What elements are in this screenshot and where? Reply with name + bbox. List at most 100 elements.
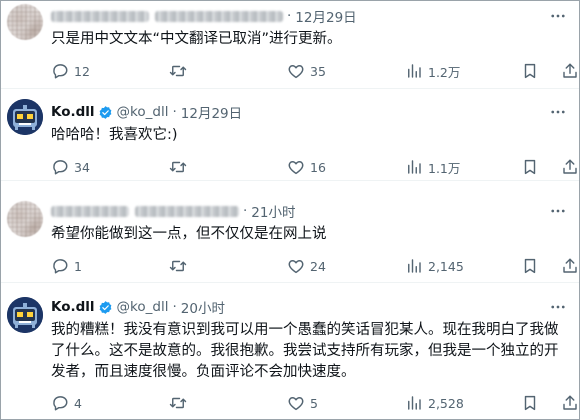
- blurred-handle[interactable]: [155, 10, 283, 22]
- robot-avatar-icon: [7, 99, 43, 135]
- separator-dot: ·: [172, 104, 177, 120]
- timestamp[interactable]: 12月29日: [295, 6, 356, 26]
- tweet-header: · 12月29日: [51, 6, 357, 26]
- user-handle[interactable]: @ko_dll: [117, 104, 169, 120]
- action-bar: 12 35 1.2万: [44, 60, 577, 82]
- share-button[interactable]: [554, 255, 580, 277]
- tweet-text: 我的糟糕！我没有意识到我可以用一个愚蠢的笑话冒犯某人。现在我明白了我做了什么。这…: [51, 322, 559, 380]
- tweet-1[interactable]: · 12月29日 只是用中文文本“中文翻译已取消”进行更新。 12 35 1.2…: [0, 0, 580, 89]
- views-icon: [408, 396, 421, 410]
- action-bar: 4 5 2,528: [44, 392, 577, 414]
- like-count: 16: [310, 159, 326, 175]
- timestamp[interactable]: 20小时: [181, 297, 225, 317]
- blurred-display-name[interactable]: [51, 205, 129, 217]
- bookmark-button[interactable]: [514, 156, 544, 178]
- more-icon[interactable]: [548, 201, 568, 221]
- tweet-text: 希望你能做到这一点，但不仅仅是在网上说: [51, 226, 327, 242]
- share-icon: [563, 395, 577, 410]
- avatar[interactable]: [7, 99, 43, 135]
- reply-button[interactable]: 1: [44, 255, 82, 277]
- display-name[interactable]: Ko.dll: [51, 299, 95, 315]
- bookmark-icon: [524, 63, 536, 79]
- tweet-2[interactable]: Ko.dll @ko_dll · 12月29日 哈哈哈！我喜欢它:) 34 16…: [0, 89, 580, 181]
- more-icon[interactable]: [548, 102, 568, 122]
- heart-icon: [288, 161, 304, 175]
- reply-count: 1: [74, 258, 82, 274]
- share-icon: [563, 63, 577, 78]
- bookmark-icon: [524, 258, 536, 274]
- avatar[interactable]: [7, 297, 43, 333]
- reply-icon: [53, 259, 68, 274]
- blurred-handle[interactable]: [135, 205, 239, 217]
- tweet-4[interactable]: Ko.dll @ko_dll · 20小时 我的糟糕！我没有意识到我可以用一个愚…: [0, 283, 580, 420]
- views-icon: [408, 259, 421, 273]
- blurred-display-name[interactable]: [51, 10, 149, 22]
- bookmark-button[interactable]: [514, 60, 544, 82]
- action-bar: 1 24 2,145: [44, 255, 577, 277]
- retweet-button[interactable]: [162, 255, 192, 277]
- verified-badge-icon: [99, 105, 111, 119]
- like-count: 24: [310, 258, 326, 274]
- views-icon: [408, 160, 421, 174]
- avatar[interactable]: [7, 201, 43, 237]
- like-button[interactable]: 5: [280, 392, 318, 414]
- separator-dot: ·: [243, 203, 248, 219]
- views-button[interactable]: 2,145: [398, 255, 464, 277]
- tweet-header: Ko.dll @ko_dll · 12月29日: [51, 102, 242, 122]
- tweet-3[interactable]: · 21小时 希望你能做到这一点，但不仅仅是在网上说 1 24 2,145: [0, 181, 580, 283]
- like-button[interactable]: 24: [280, 255, 326, 277]
- tweet-text: 只是用中文文本“中文翻译已取消”进行更新。: [51, 31, 342, 47]
- like-count: 35: [310, 63, 326, 79]
- retweet-button[interactable]: [162, 156, 192, 178]
- share-button[interactable]: [554, 392, 580, 414]
- retweet-icon: [169, 397, 187, 409]
- display-name[interactable]: Ko.dll: [51, 104, 95, 120]
- retweet-button[interactable]: [162, 392, 192, 414]
- retweet-icon: [169, 65, 187, 77]
- more-icon[interactable]: [548, 6, 568, 26]
- heart-icon: [288, 65, 304, 79]
- views-button[interactable]: 1.1万: [398, 156, 460, 178]
- like-button[interactable]: 16: [280, 156, 326, 178]
- robot-avatar-icon: [7, 297, 43, 333]
- reply-button[interactable]: 12: [44, 60, 90, 82]
- verified-badge-icon: [99, 300, 111, 314]
- share-icon: [563, 159, 577, 174]
- views-button[interactable]: 1.2万: [398, 60, 460, 82]
- view-count: 1.1万: [428, 160, 461, 176]
- bookmark-button[interactable]: [514, 392, 544, 414]
- retweet-button[interactable]: [162, 60, 192, 82]
- retweet-icon: [169, 161, 187, 173]
- timestamp[interactable]: 12月29日: [181, 102, 242, 122]
- timestamp[interactable]: 21小时: [251, 201, 295, 221]
- reply-icon: [53, 396, 68, 411]
- action-bar: 34 16 1.1万: [44, 156, 577, 178]
- reply-icon: [53, 64, 68, 79]
- more-icon[interactable]: [548, 297, 568, 317]
- bookmark-icon: [524, 395, 536, 411]
- bookmark-button[interactable]: [514, 255, 544, 277]
- separator-dot: ·: [287, 8, 292, 24]
- view-count: 1.2万: [428, 64, 461, 80]
- view-count: 2,528: [428, 395, 464, 411]
- tweet-text: 哈哈哈！我喜欢它:): [51, 127, 178, 143]
- separator-dot: ·: [172, 299, 177, 315]
- share-icon: [563, 258, 577, 273]
- heart-icon: [288, 260, 304, 274]
- reply-button[interactable]: 34: [44, 156, 90, 178]
- reply-count: 4: [74, 395, 82, 411]
- retweet-icon: [169, 260, 187, 272]
- like-button[interactable]: 35: [280, 60, 326, 82]
- tweet-header: Ko.dll @ko_dll · 20小时: [51, 297, 225, 317]
- views-icon: [408, 64, 421, 78]
- share-button[interactable]: [554, 60, 580, 82]
- avatar[interactable]: [7, 4, 43, 40]
- reply-button[interactable]: 4: [44, 392, 82, 414]
- bookmark-icon: [524, 159, 536, 175]
- reply-count: 34: [74, 159, 90, 175]
- reply-count: 12: [74, 63, 90, 79]
- user-handle[interactable]: @ko_dll: [117, 299, 169, 315]
- share-button[interactable]: [554, 156, 580, 178]
- reply-icon: [53, 160, 68, 175]
- views-button[interactable]: 2,528: [398, 392, 464, 414]
